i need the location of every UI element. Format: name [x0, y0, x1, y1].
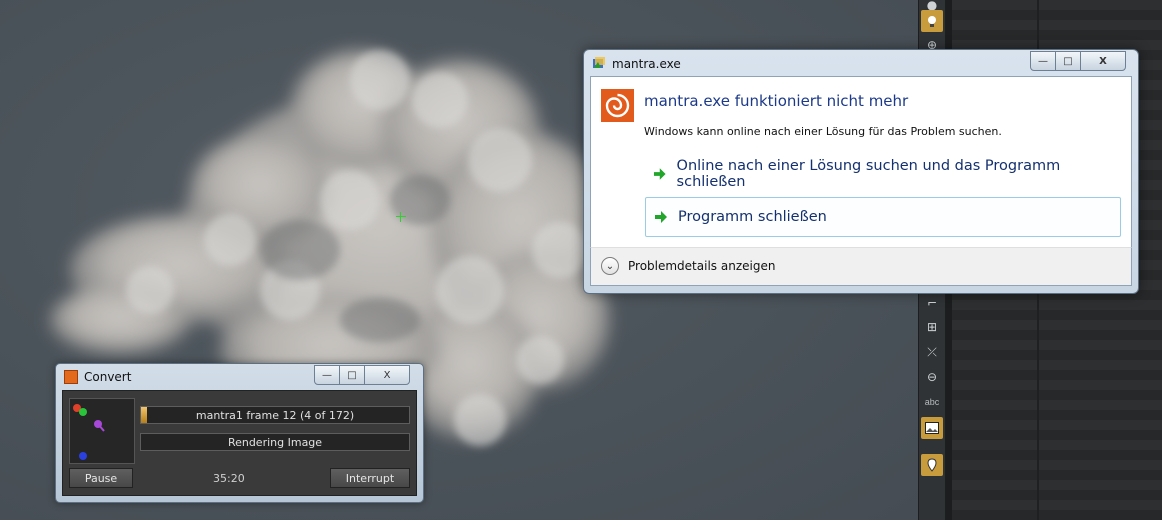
close-button[interactable]: X: [1080, 51, 1126, 71]
dialog-body: mantra.exe funktioniert nicht mehr Windo…: [590, 76, 1132, 248]
handle-tool-icon[interactable]: ⤫: [921, 341, 943, 363]
maximize-button[interactable]: □: [339, 365, 365, 385]
grid-snap-icon[interactable]: ⊞: [921, 316, 943, 338]
details-label[interactable]: Problemdetails anzeigen: [628, 259, 775, 273]
text-tool-label[interactable]: abc: [919, 397, 945, 407]
pin-icon: [927, 458, 937, 472]
crosshair-icon: [396, 212, 406, 222]
dialog-title: Convert: [84, 370, 132, 384]
error-heading: mantra.exe funktioniert nicht mehr: [644, 92, 909, 110]
frame-status-label: mantra1 frame 12 (4 of 172): [195, 408, 355, 422]
curve-tool-icon[interactable]: ⌐: [921, 292, 943, 314]
minimize-button[interactable]: —: [1030, 51, 1056, 71]
render-preview-thumbnail: [69, 398, 135, 464]
progress-fill: [141, 407, 147, 423]
search-online-label: Online nach einer Lösung suchen und das …: [676, 158, 1061, 190]
close-program-label: Programm schließen: [678, 209, 827, 225]
green-arrow-icon: [653, 168, 666, 180]
dialog-footer: ⌄ Problemdetails anzeigen: [590, 247, 1132, 286]
mantra-app-icon: [593, 57, 605, 68]
image-tool-button[interactable]: [921, 417, 943, 439]
close-program-option[interactable]: Programm schließen: [645, 197, 1121, 237]
expand-details-button[interactable]: ⌄: [601, 257, 619, 275]
maximize-button[interactable]: □: [1055, 51, 1081, 71]
render-status-bar: Rendering Image: [140, 433, 410, 451]
error-dialog: mantra.exe — □ X mantra.exe funktioniert…: [583, 49, 1139, 294]
houdini-logo-icon: [601, 89, 634, 122]
pause-button[interactable]: Pause: [69, 468, 133, 488]
convert-dialog: Convert — □ X mantra1 frame 12 (4 of 172…: [55, 363, 424, 503]
elapsed-time: 35:20: [213, 472, 245, 485]
minimize-button[interactable]: —: [314, 365, 340, 385]
chevron-down-icon: ⌄: [605, 260, 615, 272]
dialog-title: mantra.exe: [612, 57, 681, 71]
pin-tool-button[interactable]: [921, 454, 943, 476]
interrupt-button[interactable]: Interrupt: [330, 468, 410, 488]
frame-progress-bar: mantra1 frame 12 (4 of 172): [140, 406, 410, 424]
error-description: Windows kann online nach einer Lösung fü…: [644, 125, 1002, 138]
image-icon: [925, 422, 939, 434]
bulb-icon: [928, 16, 936, 27]
bulb-tool-button[interactable]: [921, 10, 943, 32]
green-arrow-icon: [655, 211, 667, 223]
close-button[interactable]: X: [364, 365, 410, 385]
houdini-icon: [64, 370, 78, 384]
stop-icon[interactable]: ⊖: [921, 366, 943, 388]
render-status-label: Rendering Image: [227, 435, 323, 449]
search-online-option[interactable]: Online nach einer Lösung suchen und das …: [645, 155, 1119, 193]
convert-body: mantra1 frame 12 (4 of 172) Rendering Im…: [62, 390, 417, 496]
